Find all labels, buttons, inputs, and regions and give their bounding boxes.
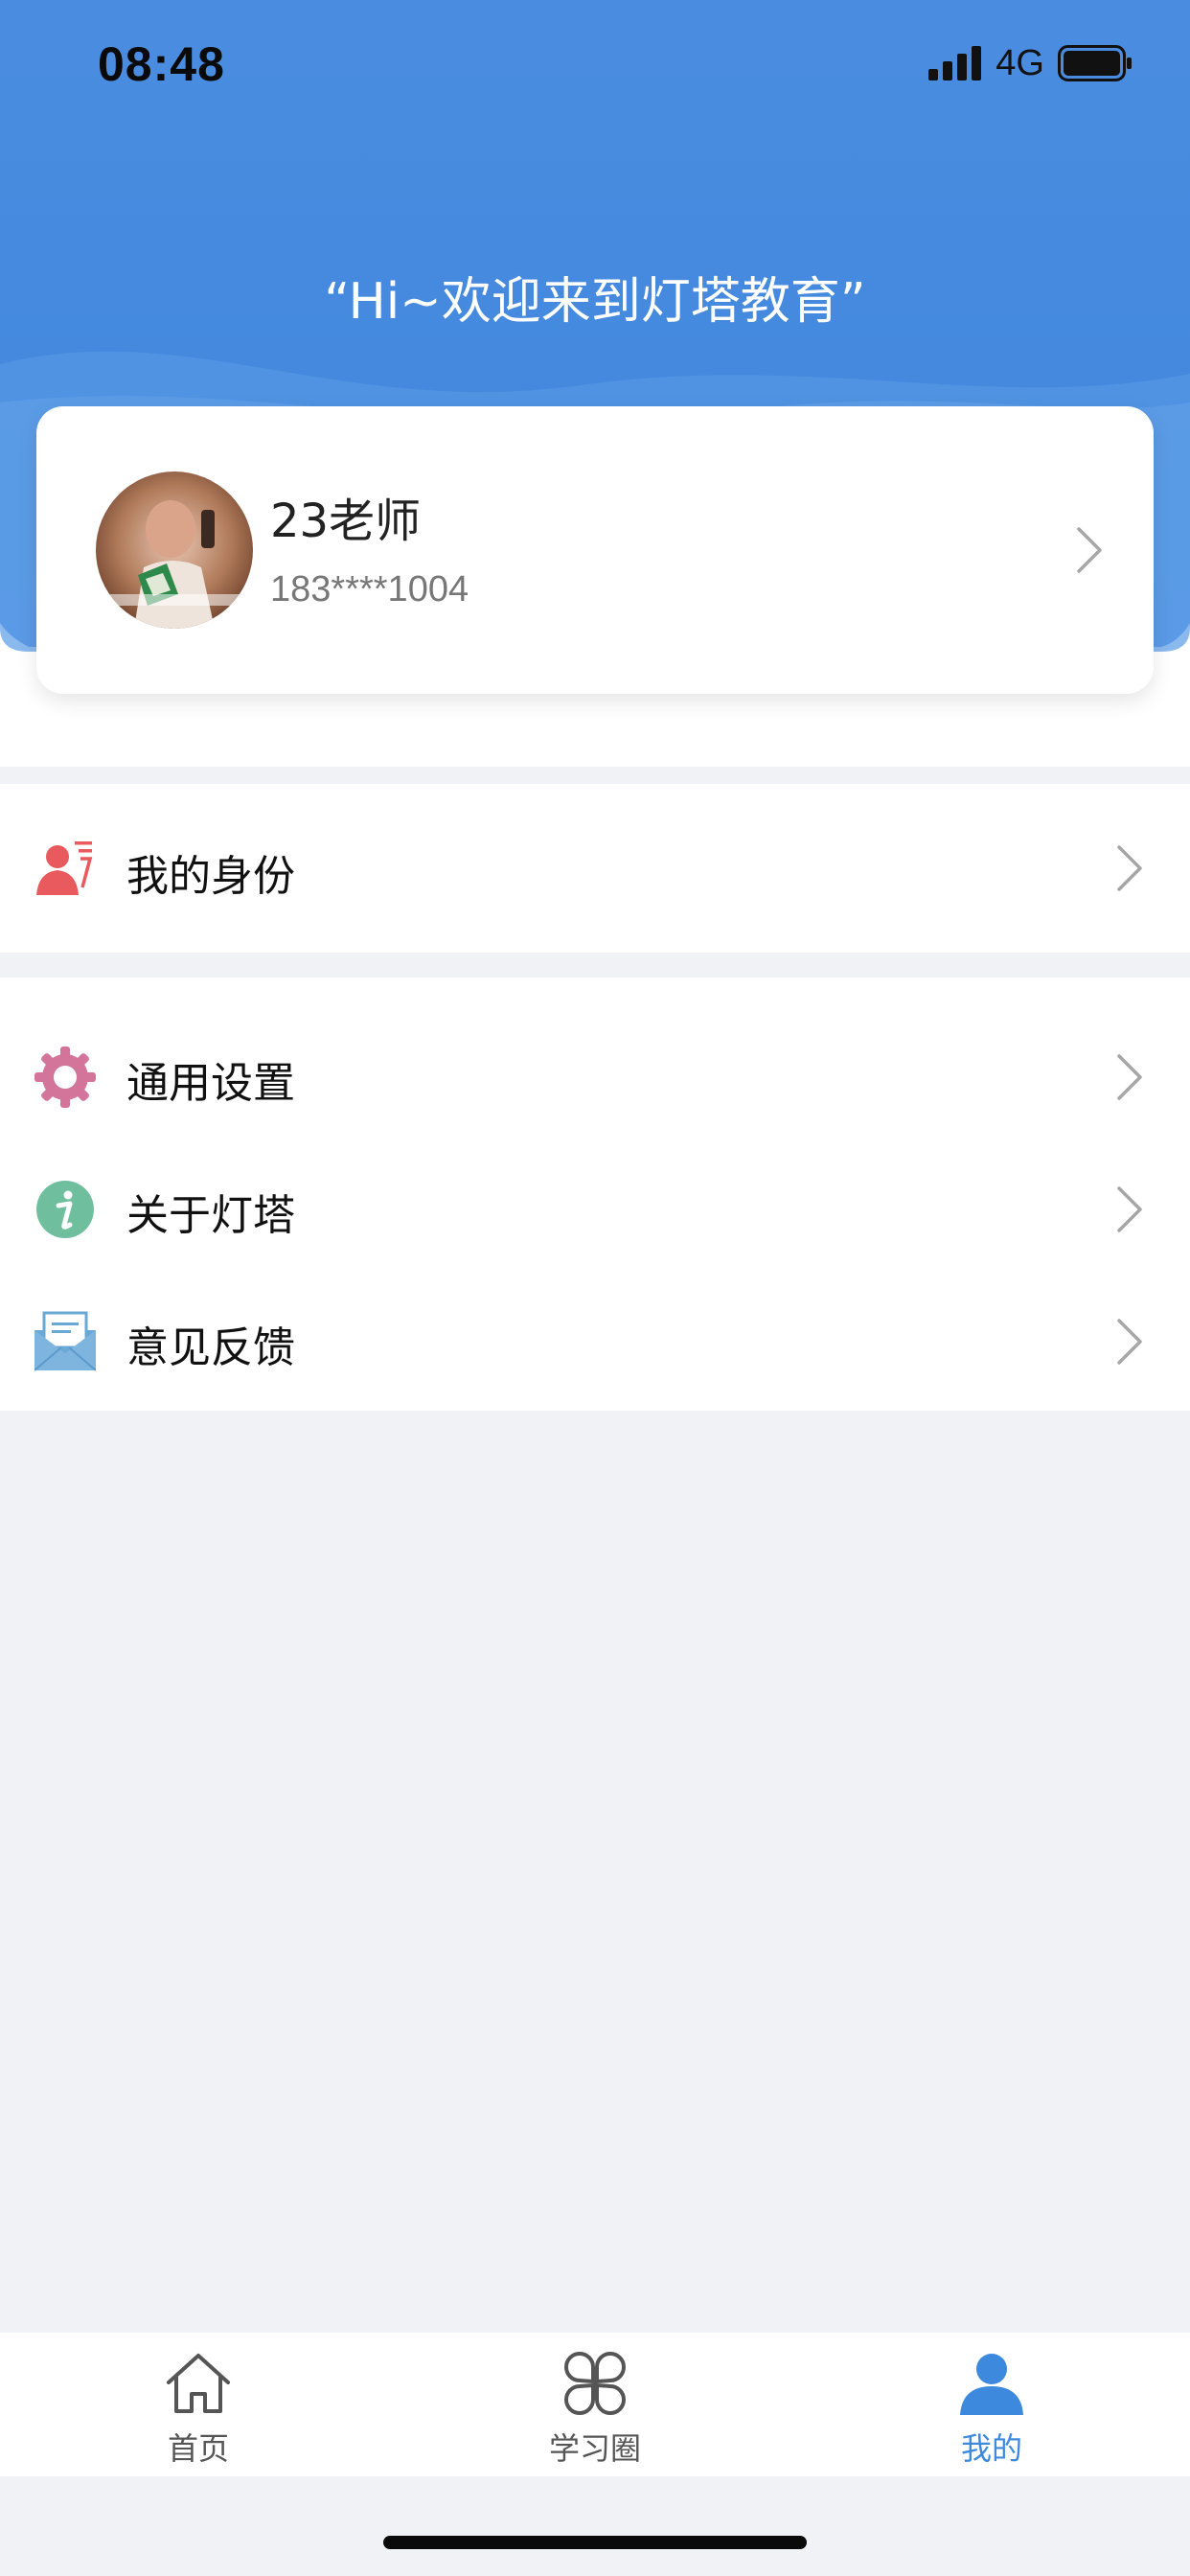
chevron-right-icon <box>1117 1319 1142 1365</box>
menu-section-settings: 通用设置 关于灯塔 意见反馈 <box>0 978 1190 1411</box>
tab-label: 我的 <box>960 2430 1022 2467</box>
mail-icon <box>34 1311 96 1371</box>
status-bar: 08:48 4G <box>0 0 1190 134</box>
tab-bar: 首页 学习圈 我的 <box>0 2333 1190 2476</box>
profile-name: 23老师 <box>270 494 422 548</box>
tab-mine[interactable]: 我的 <box>793 2333 1190 2476</box>
home-indicator[interactable] <box>383 2536 807 2549</box>
menu-item-label: 关于灯塔 <box>126 1191 295 1240</box>
menu-item-general-settings[interactable]: 通用设置 <box>0 1012 1190 1144</box>
network-type: 4G <box>995 42 1044 83</box>
tab-label: 学习圈 <box>548 2430 641 2467</box>
id-card-icon <box>36 841 93 895</box>
battery-icon <box>1058 45 1132 81</box>
menu-item-label: 通用设置 <box>126 1059 295 1108</box>
tab-home[interactable]: 首页 <box>0 2333 397 2476</box>
menu-item-label: 我的身份 <box>126 852 295 901</box>
home-icon <box>167 2354 230 2413</box>
info-icon <box>36 1181 94 1238</box>
status-indicators: 4G <box>928 42 1133 83</box>
avatar[interactable] <box>96 472 253 629</box>
status-time: 08:48 <box>98 37 225 91</box>
person-icon <box>960 2354 1023 2415</box>
chevron-right-icon <box>1117 1186 1142 1232</box>
chevron-right-icon <box>1117 845 1142 891</box>
menu-item-label: 意见反馈 <box>126 1323 295 1372</box>
tab-label: 首页 <box>167 2430 229 2467</box>
menu-item-my-identity[interactable]: 我的身份 <box>0 784 1190 953</box>
chevron-right-icon <box>1077 527 1102 573</box>
welcome-text: “Hi~欢迎来到灯塔教育” <box>324 273 866 331</box>
chevron-right-icon <box>1117 1054 1142 1100</box>
clover-icon <box>564 2352 626 2415</box>
gear-icon <box>34 1046 96 1108</box>
profile-phone: 183****1004 <box>270 569 469 610</box>
menu-section-identity: 我的身份 <box>0 784 1190 953</box>
cellular-signal-icon <box>928 46 982 80</box>
menu-item-about[interactable]: 关于灯塔 <box>0 1144 1190 1276</box>
profile-card[interactable]: 23老师 183****1004 <box>36 406 1154 694</box>
menu-item-feedback[interactable]: 意见反馈 <box>0 1276 1190 1409</box>
tab-study-circle[interactable]: 学习圈 <box>397 2333 793 2476</box>
